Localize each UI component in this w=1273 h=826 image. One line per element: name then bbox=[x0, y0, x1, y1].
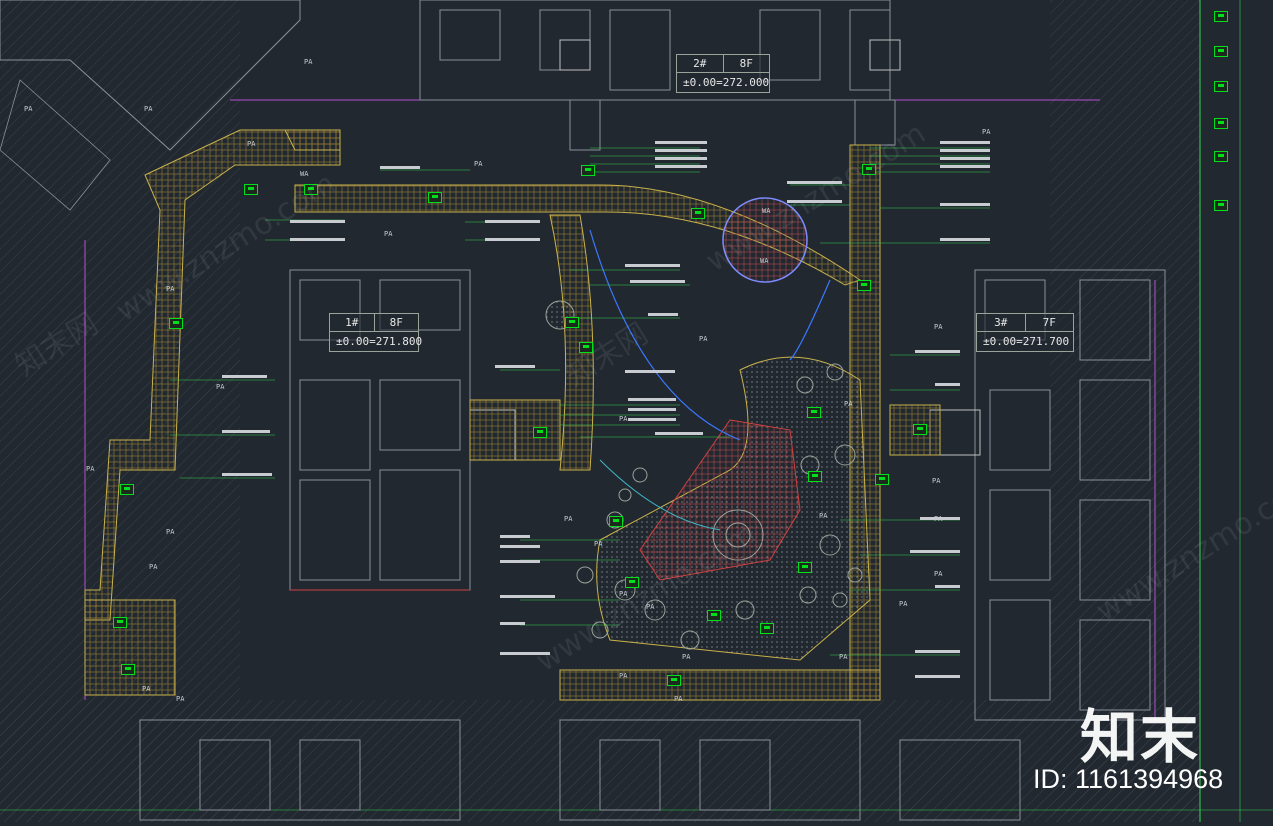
index-tag bbox=[581, 165, 595, 176]
zone-label-pa: PA bbox=[474, 160, 483, 168]
index-tag bbox=[625, 577, 639, 588]
index-tag bbox=[428, 192, 442, 203]
index-tag bbox=[1214, 11, 1228, 22]
zone-label-pa: PA bbox=[86, 465, 95, 473]
zone-label-pa: PA bbox=[682, 653, 691, 661]
zone-label-pa: PA bbox=[982, 128, 991, 136]
zone-label-pa: PA bbox=[619, 415, 628, 423]
zone-label-pa: PA bbox=[932, 477, 941, 485]
zone-label-wa: WA bbox=[300, 170, 309, 178]
building-3-number: 3# bbox=[994, 316, 1008, 329]
building-2-number: 2# bbox=[693, 57, 707, 70]
brand-watermark: 知末 bbox=[1080, 703, 1201, 771]
index-tag bbox=[1214, 118, 1228, 129]
index-tag bbox=[862, 164, 876, 175]
building-2-floors: 8F bbox=[722, 55, 770, 72]
zone-label-wa: WA bbox=[760, 257, 769, 265]
building-2-outline bbox=[419, 0, 901, 151]
zone-label-pa: PA bbox=[564, 515, 573, 523]
building-2-elevation: ±0.00=272.000 bbox=[683, 76, 770, 89]
zone-label-pa: PA bbox=[646, 603, 655, 611]
image-id-label: ID: 1161394968 bbox=[1033, 764, 1224, 794]
index-tag bbox=[760, 623, 774, 634]
index-tag bbox=[609, 516, 623, 527]
entry-plaza-left bbox=[284, 129, 341, 151]
zone-label-pa: PA bbox=[142, 685, 151, 693]
index-tag bbox=[120, 484, 134, 495]
building-1-label: 1# 8F ±0.00=271.800 bbox=[329, 313, 423, 352]
index-tag bbox=[1214, 81, 1228, 92]
index-tag bbox=[875, 474, 889, 485]
index-tag bbox=[304, 184, 318, 195]
index-tag bbox=[169, 318, 183, 329]
zone-label-pa: PA bbox=[176, 695, 185, 703]
zone-label-pa: PA bbox=[144, 105, 153, 113]
zone-label-pa: PA bbox=[839, 653, 848, 661]
zone-label-wa: WA bbox=[762, 207, 771, 215]
zone-label-pa: PA bbox=[594, 540, 603, 548]
index-tag bbox=[533, 427, 547, 438]
index-tag bbox=[667, 675, 681, 686]
index-tag bbox=[857, 280, 871, 291]
building-3-elevation: ±0.00=271.700 bbox=[983, 335, 1070, 348]
zone-label-pa: PA bbox=[166, 528, 175, 536]
building-3-label: 3# 7F ±0.00=271.700 bbox=[976, 313, 1074, 352]
index-tag bbox=[707, 610, 721, 621]
index-tag bbox=[121, 664, 135, 675]
index-tag bbox=[798, 562, 812, 573]
index-tag bbox=[1214, 151, 1228, 162]
building-1-number: 1# bbox=[345, 316, 359, 329]
index-tag bbox=[244, 184, 258, 195]
building-1-elevation: ±0.00=271.800 bbox=[336, 335, 423, 348]
building-1-floors: 8F bbox=[373, 314, 419, 331]
zone-label-pa: PA bbox=[899, 600, 908, 608]
zone-label-pa: PA bbox=[149, 563, 158, 571]
cad-drawing-canvas: PA PA PA PA PA PA PA PA PA PA PA PA PA PA PA PA PA PA PA PA… bbox=[0, 0, 1273, 822]
building-2-label: 2# 8F ±0.00=272.000 bbox=[676, 54, 770, 93]
zone-label-pa: PA bbox=[216, 383, 225, 391]
index-tag bbox=[579, 342, 593, 353]
index-tag bbox=[808, 471, 822, 482]
zone-label-pa: PA bbox=[166, 285, 175, 293]
zone-label-pa: PA bbox=[384, 230, 393, 238]
index-tag bbox=[913, 424, 927, 435]
index-tag bbox=[113, 617, 127, 628]
index-tag bbox=[565, 317, 579, 328]
zone-label-pa: PA bbox=[844, 400, 853, 408]
index-tag bbox=[807, 407, 821, 418]
building-3-floors: 7F bbox=[1024, 314, 1074, 331]
zone-label-pa: PA bbox=[934, 570, 943, 578]
zone-label-pa: PA bbox=[934, 515, 943, 523]
zone-label-pa: PA bbox=[24, 105, 33, 113]
zone-label-pa: PA bbox=[247, 140, 256, 148]
zone-label-pa: PA bbox=[674, 695, 683, 703]
zone-label-pa: PA bbox=[619, 672, 628, 680]
index-tag bbox=[1214, 200, 1228, 211]
zone-label-pa: PA bbox=[304, 58, 313, 66]
index-tag bbox=[691, 208, 705, 219]
zone-label-pa: PA bbox=[934, 323, 943, 331]
index-tag bbox=[1214, 46, 1228, 57]
zone-label-pa: PA bbox=[699, 335, 708, 343]
hatch-area-left bbox=[0, 0, 240, 822]
zone-label-pa: PA bbox=[819, 512, 828, 520]
zone-label-pa: PA bbox=[619, 590, 628, 598]
bottom-walkway bbox=[559, 669, 881, 701]
